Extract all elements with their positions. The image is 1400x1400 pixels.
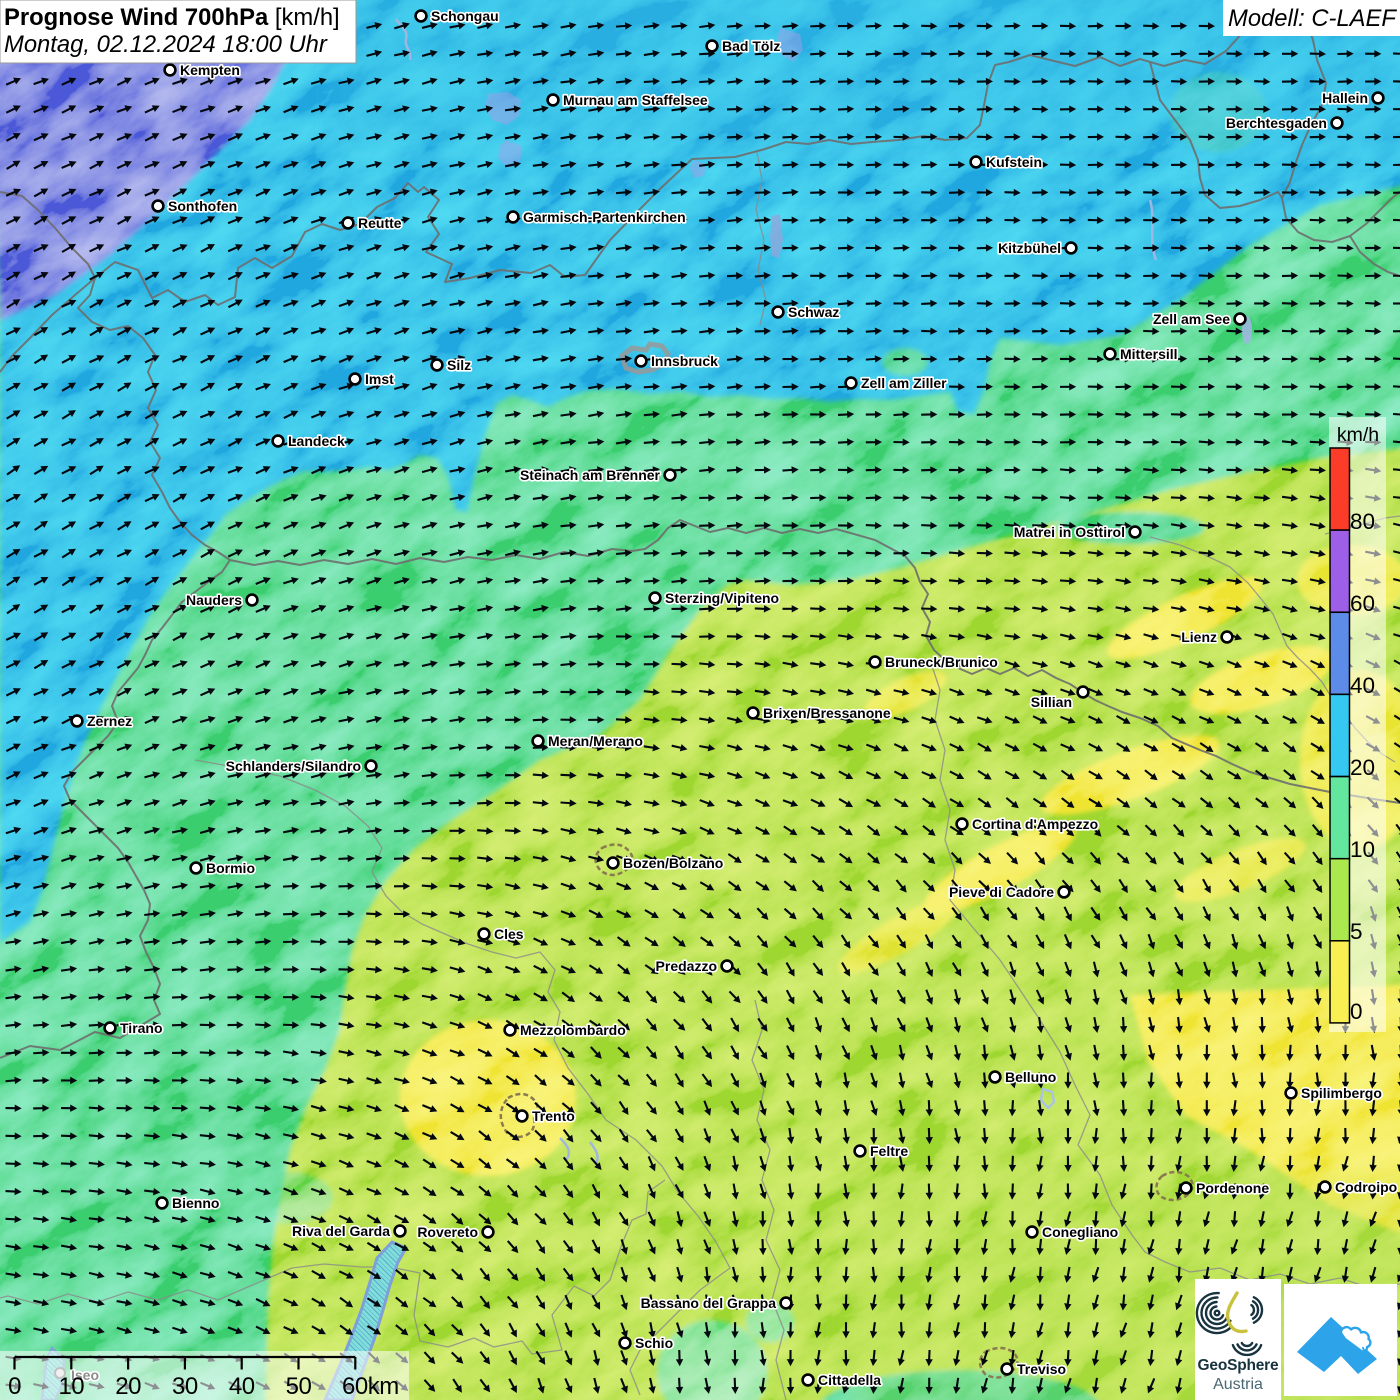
svg-text:20: 20 <box>115 1373 141 1400</box>
svg-text:60km: 60km <box>342 1373 399 1400</box>
svg-text:Mittersill: Mittersill <box>1120 346 1178 362</box>
svg-text:Belluno: Belluno <box>1005 1069 1056 1085</box>
svg-text:Brixen/Bressanone: Brixen/Bressanone <box>763 705 891 721</box>
svg-text:Montag, 02.12.2024 18:00 Uhr: Montag, 02.12.2024 18:00 Uhr <box>4 31 328 58</box>
svg-text:50: 50 <box>286 1373 312 1400</box>
svg-text:Mezzolombardo: Mezzolombardo <box>520 1022 626 1038</box>
svg-text:Cittadella: Cittadella <box>818 1372 881 1388</box>
svg-text:Pieve di Cadore: Pieve di Cadore <box>949 884 1054 900</box>
svg-text:60: 60 <box>1350 591 1375 616</box>
svg-text:Reutte: Reutte <box>358 215 402 231</box>
svg-text:Bruneck/Brunico: Bruneck/Brunico <box>885 654 998 670</box>
svg-text:Schlanders/Silandro: Schlanders/Silandro <box>226 758 361 774</box>
svg-text:Modell: C-LAEF: Modell: C-LAEF <box>1228 5 1397 32</box>
svg-text:40: 40 <box>229 1373 255 1400</box>
svg-text:Silz: Silz <box>447 357 471 373</box>
svg-text:Landeck: Landeck <box>288 433 345 449</box>
svg-text:10: 10 <box>1350 837 1375 862</box>
svg-text:Meran/Merano: Meran/Merano <box>548 733 643 749</box>
svg-text:Rovereto: Rovereto <box>417 1224 478 1240</box>
svg-text:Kufstein: Kufstein <box>986 154 1042 170</box>
svg-text:Schio: Schio <box>635 1335 673 1351</box>
svg-text:Murnau am Staffelsee: Murnau am Staffelsee <box>563 92 708 108</box>
svg-text:Riva del Garda: Riva del Garda <box>292 1223 390 1239</box>
svg-text:Bassano del Grappa: Bassano del Grappa <box>641 1295 777 1311</box>
svg-text:Hallein: Hallein <box>1322 90 1368 106</box>
svg-text:Sillian: Sillian <box>1031 694 1072 710</box>
svg-text:Codroipo: Codroipo <box>1335 1179 1397 1195</box>
svg-text:km/h: km/h <box>1337 424 1379 446</box>
svg-text:Sterzing/Vipiteno: Sterzing/Vipiteno <box>665 590 779 606</box>
svg-text:5: 5 <box>1350 919 1363 944</box>
svg-text:Steinach am Brenner: Steinach am Brenner <box>520 467 661 483</box>
svg-text:Schwaz: Schwaz <box>788 304 839 320</box>
svg-text:Lienz: Lienz <box>1181 629 1217 645</box>
svg-text:Sonthofen: Sonthofen <box>168 198 237 214</box>
svg-text:Predazzo: Predazzo <box>656 958 717 974</box>
svg-text:Feltre: Feltre <box>870 1143 908 1159</box>
svg-text:Bozen/Bolzano: Bozen/Bolzano <box>623 855 723 871</box>
svg-text:Treviso: Treviso <box>1017 1361 1066 1377</box>
svg-text:Innsbruck: Innsbruck <box>651 353 718 369</box>
svg-text:Spilimbergo: Spilimbergo <box>1301 1085 1382 1101</box>
svg-text:10: 10 <box>58 1373 84 1400</box>
svg-text:Bienno: Bienno <box>172 1195 219 1211</box>
svg-text:Zell am See: Zell am See <box>1153 311 1230 327</box>
svg-text:80: 80 <box>1350 509 1375 534</box>
svg-text:Zernez: Zernez <box>87 713 132 729</box>
svg-text:Matrei in Osttirol: Matrei in Osttirol <box>1014 524 1125 540</box>
svg-text:0: 0 <box>8 1373 21 1400</box>
svg-text:Zell am Ziller: Zell am Ziller <box>861 375 947 391</box>
svg-text:GeoSphere: GeoSphere <box>1198 1357 1279 1374</box>
svg-text:Imst: Imst <box>365 371 394 387</box>
svg-text:Prognose Wind 700hPa [km/h]: Prognose Wind 700hPa [km/h] <box>4 4 340 31</box>
svg-text:Pordenone: Pordenone <box>1196 1180 1269 1196</box>
svg-text:Tirano: Tirano <box>120 1020 163 1036</box>
svg-text:Trento: Trento <box>532 1108 575 1124</box>
svg-text:Kitzbühel: Kitzbühel <box>998 240 1061 256</box>
svg-text:0: 0 <box>1350 999 1363 1024</box>
svg-text:30: 30 <box>172 1373 198 1400</box>
svg-text:Bad Tölz: Bad Tölz <box>722 38 780 54</box>
svg-text:20: 20 <box>1350 755 1375 780</box>
svg-text:Nauders: Nauders <box>186 592 242 608</box>
svg-text:Cles: Cles <box>494 926 524 942</box>
svg-text:Conegliano: Conegliano <box>1042 1224 1118 1240</box>
svg-text:Garmisch-Partenkirchen: Garmisch-Partenkirchen <box>523 209 686 225</box>
svg-text:Schongau: Schongau <box>431 8 499 24</box>
svg-text:Austria: Austria <box>1213 1376 1263 1393</box>
svg-text:40: 40 <box>1350 673 1375 698</box>
svg-text:Cortina d'Ampezzo: Cortina d'Ampezzo <box>972 816 1098 832</box>
svg-text:Bormio: Bormio <box>206 860 255 876</box>
svg-text:Kempten: Kempten <box>180 62 240 78</box>
svg-text:Berchtesgaden: Berchtesgaden <box>1226 115 1327 131</box>
